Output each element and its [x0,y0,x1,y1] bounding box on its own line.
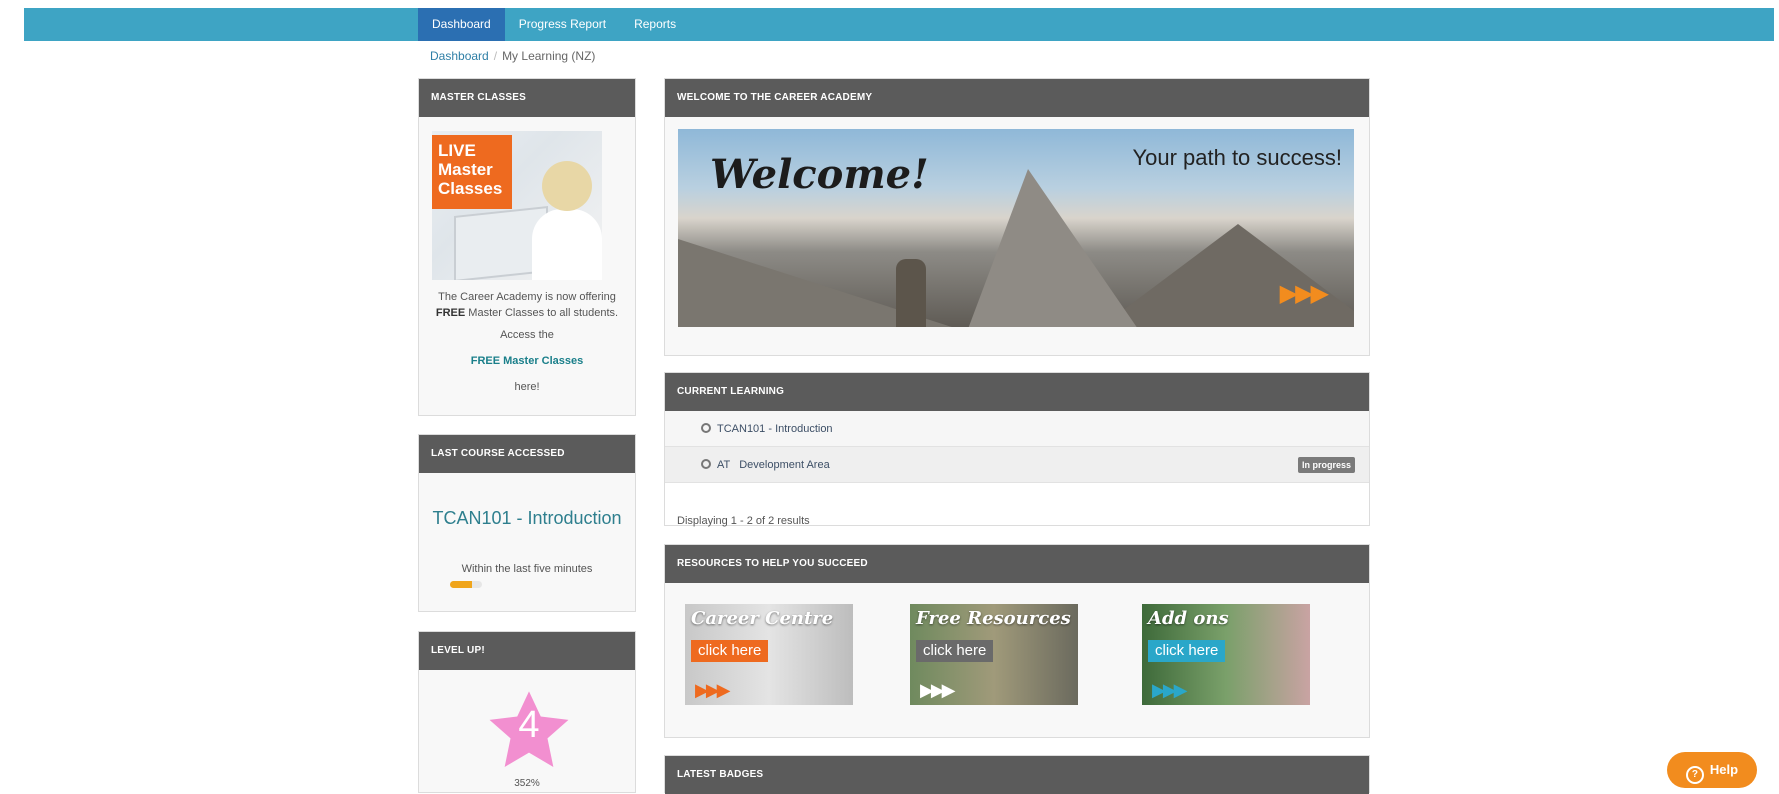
welcome-body: Welcome! Your path to success! ▶▶▶ [665,117,1369,355]
banner-welcome-title: Welcome! [710,151,929,198]
master-classes-here: here! [514,381,540,393]
latest-badges-heading: LATEST BADGES [665,756,1369,794]
current-learning-heading: CURRENT LEARNING [665,373,1369,411]
course-row[interactable]: AT Development Area In progress [665,447,1369,483]
master-classes-panel: MASTER CLASSES LIVE Master Classes The C… [418,78,636,416]
course-row-label[interactable]: TCAN101 - Introduction [717,423,833,435]
resources-heading: RESOURCES TO HELP YOU SUCCEED [665,545,1369,583]
nav-reports[interactable]: Reports [620,8,690,41]
add-ons-click-button[interactable]: click here [1148,640,1226,662]
free-resources-click-button[interactable]: click here [916,640,994,662]
main-nav: Dashboard Progress Report Reports [418,8,690,41]
breadcrumb-current: My Learning (NZ) [502,49,596,63]
banner-half-dome [968,169,1138,327]
last-course-panel: LAST COURSE ACCESSED TCAN101 - Introduct… [418,434,636,612]
top-navbar [24,8,1774,41]
breadcrumb-dashboard[interactable]: Dashboard [430,49,489,63]
add-ons-arrows-icon: ▶▶▶ [1152,680,1187,700]
nav-dashboard[interactable]: Dashboard [418,8,505,41]
current-learning-body: TCAN101 - Introduction AT Development Ar… [665,411,1369,527]
free-resources-arrows-icon: ▶▶▶ [920,680,955,700]
person-head-illustration [542,161,592,211]
last-course-progress-fill [450,581,473,588]
career-centre-tile[interactable]: Career Centre click here ▶▶▶ [685,604,853,705]
level-up-panel: LEVEL UP! 4 352% [418,631,636,793]
master-classes-body: LIVE Master Classes The Career Academy i… [419,117,635,415]
course-globe-icon [701,423,711,433]
last-course-title[interactable]: TCAN101 - Introduction [419,505,635,532]
last-course-progress-bar [450,581,482,588]
live-master-classes-badge: LIVE Master Classes [432,135,512,209]
mc-text-before: The Career Academy is now offering [438,291,616,303]
level-up-body: 4 352% [419,670,635,792]
level-points: 352% [514,778,540,789]
banner-tagline: Your path to success! [1132,145,1342,170]
mc-text-bold: FREE [435,307,466,319]
results-count: Displaying 1 - 2 of 2 results [677,515,810,527]
master-classes-image[interactable]: LIVE Master Classes [432,131,602,280]
breadcrumb-separator: / [493,49,498,63]
banner-arrows-icon: ▶▶▶ [1279,280,1329,307]
master-classes-heading: MASTER CLASSES [419,79,635,117]
person-body-illustration [532,209,602,280]
level-number: 4 [518,704,540,746]
banner-hikers-rock [896,259,926,327]
course-row-label[interactable]: AT Development Area [717,459,830,471]
career-centre-arrows-icon: ▶▶▶ [695,680,730,700]
master-classes-description: The Career Academy is now offering FREE … [427,289,627,321]
add-ons-tile[interactable]: Add ons click here ▶▶▶ [1142,604,1310,705]
free-resources-title: Free Resources [916,608,1071,629]
free-master-classes-link[interactable]: FREE Master Classes [419,355,635,367]
level-up-heading: LEVEL UP! [419,632,635,670]
career-centre-click-button[interactable]: click here [691,640,769,662]
current-learning-panel: CURRENT LEARNING TCAN101 - Introduction … [664,372,1370,527]
welcome-banner[interactable]: Welcome! Your path to success! ▶▶▶ [678,129,1354,327]
course-globe-icon [701,459,711,469]
add-ons-title: Add ons [1148,608,1229,629]
mc-text-after: Master Classes to all students. [468,307,619,319]
welcome-panel: WELCOME TO THE CAREER ACADEMY Welcome! Y… [664,78,1370,356]
help-question-icon: ? [1685,766,1704,784]
in-progress-badge: In progress [1297,457,1355,473]
career-centre-title: Career Centre [691,608,834,629]
resources-panel: RESOURCES TO HELP YOU SUCCEED Career Cen… [664,544,1370,738]
nav-progress-report[interactable]: Progress Report [505,8,620,41]
welcome-heading: WELCOME TO THE CAREER ACADEMY [665,79,1369,117]
last-course-title-text[interactable]: TCAN101 - Introduction [432,508,621,528]
help-label[interactable]: Help [1710,762,1738,777]
help-button[interactable]: ? Help [1667,752,1757,788]
last-course-when: Within the last five minutes [461,563,593,575]
breadcrumb: Dashboard / My Learning (NZ) [430,49,595,63]
last-course-body: TCAN101 - Introduction Within the last f… [419,473,635,611]
latest-badges-panel: LATEST BADGES [664,755,1370,794]
master-classes-access: Access the [500,329,554,341]
resources-body: Career Centre click here ▶▶▶ Free Resour… [665,583,1369,737]
last-course-heading: LAST COURSE ACCESSED [419,435,635,473]
free-resources-tile[interactable]: Free Resources click here ▶▶▶ [910,604,1078,705]
course-row[interactable]: TCAN101 - Introduction [665,411,1369,447]
